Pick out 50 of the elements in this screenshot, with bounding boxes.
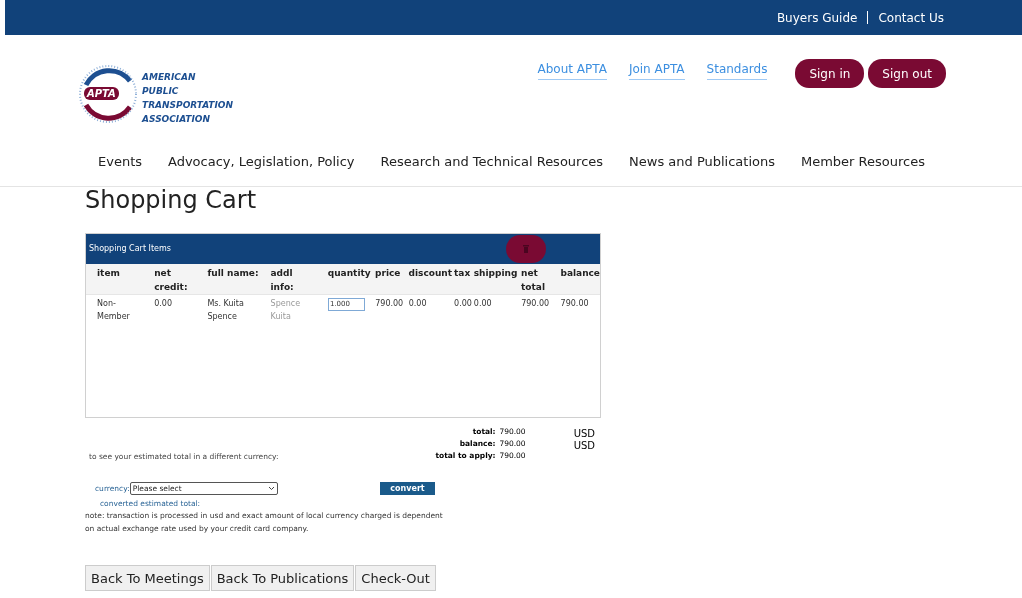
table-cell-text: Ms. Kuita Spence [207,298,245,323]
nav-item[interactable]: Advocacy, Legislation, Policy [167,152,355,186]
column-header: tax [454,267,472,280]
table-cell-text: 0.00 [454,298,473,310]
nav-item[interactable]: News and Publications [629,152,775,186]
nav-button[interactable]: Back To Meetings [85,565,210,592]
header-link[interactable]: About APTA [537,61,607,80]
chevron-down-icon [267,486,275,491]
logo-text: PUBLIC [142,85,180,98]
column-header: item [97,267,121,280]
nav-item[interactable]: Member Resources [800,152,925,186]
page-title: Shopping Cart [85,185,258,215]
column-header: balance [560,267,600,280]
logo-text: ASSOCIATION [142,113,211,126]
delete-button[interactable] [506,235,546,263]
column-header: net total [521,267,546,294]
currency-code: USD [573,440,595,452]
column-header: net credit: [154,267,189,294]
top-link[interactable]: Contact Us [878,8,944,27]
nav-item[interactable]: Research and Technical Resources [380,152,604,186]
header-link[interactable]: Standards [706,61,768,80]
logo-ring-icon [78,63,138,125]
currency-code: USD [573,428,595,440]
column-header: shipping [473,267,519,280]
column-header: discount [408,267,454,280]
header-link[interactable]: Join APTA [628,61,685,80]
trash-icon [523,245,529,253]
column-header: price [375,267,402,280]
top-link[interactable]: Buyers Guide [776,8,858,27]
table-cell-text: 0.00 [473,298,493,310]
nav-button[interactable]: Back To Publications [210,565,355,592]
column-header: addl info: [270,267,295,294]
table-cell-text: 790.00 [521,298,551,310]
nav-item[interactable]: Events [98,152,142,186]
auth-button[interactable]: Sign out [868,59,946,88]
table-cell-text: 0.00 [154,298,174,310]
logo-text: AMERICAN [142,71,197,84]
column-header: quantity [327,267,372,280]
column-header: full name: [207,267,260,280]
table-cell-text: Spence Kuita [270,298,302,323]
nav-button[interactable]: Check-Out [355,565,436,592]
logo-text: TRANSPORTATION [142,99,234,112]
logo-badge: APTA [84,87,119,100]
convert-button[interactable]: convert [380,482,435,495]
table-cell-text: 790.00 [560,298,590,310]
cart-title: Shopping Cart Items [89,243,171,255]
table-cell-text: 0.00 [408,298,428,310]
table-cell-text: 790.00 [375,298,405,310]
table-cell-text: Non-Member [97,298,131,323]
auth-button[interactable]: Sign in [795,59,865,88]
